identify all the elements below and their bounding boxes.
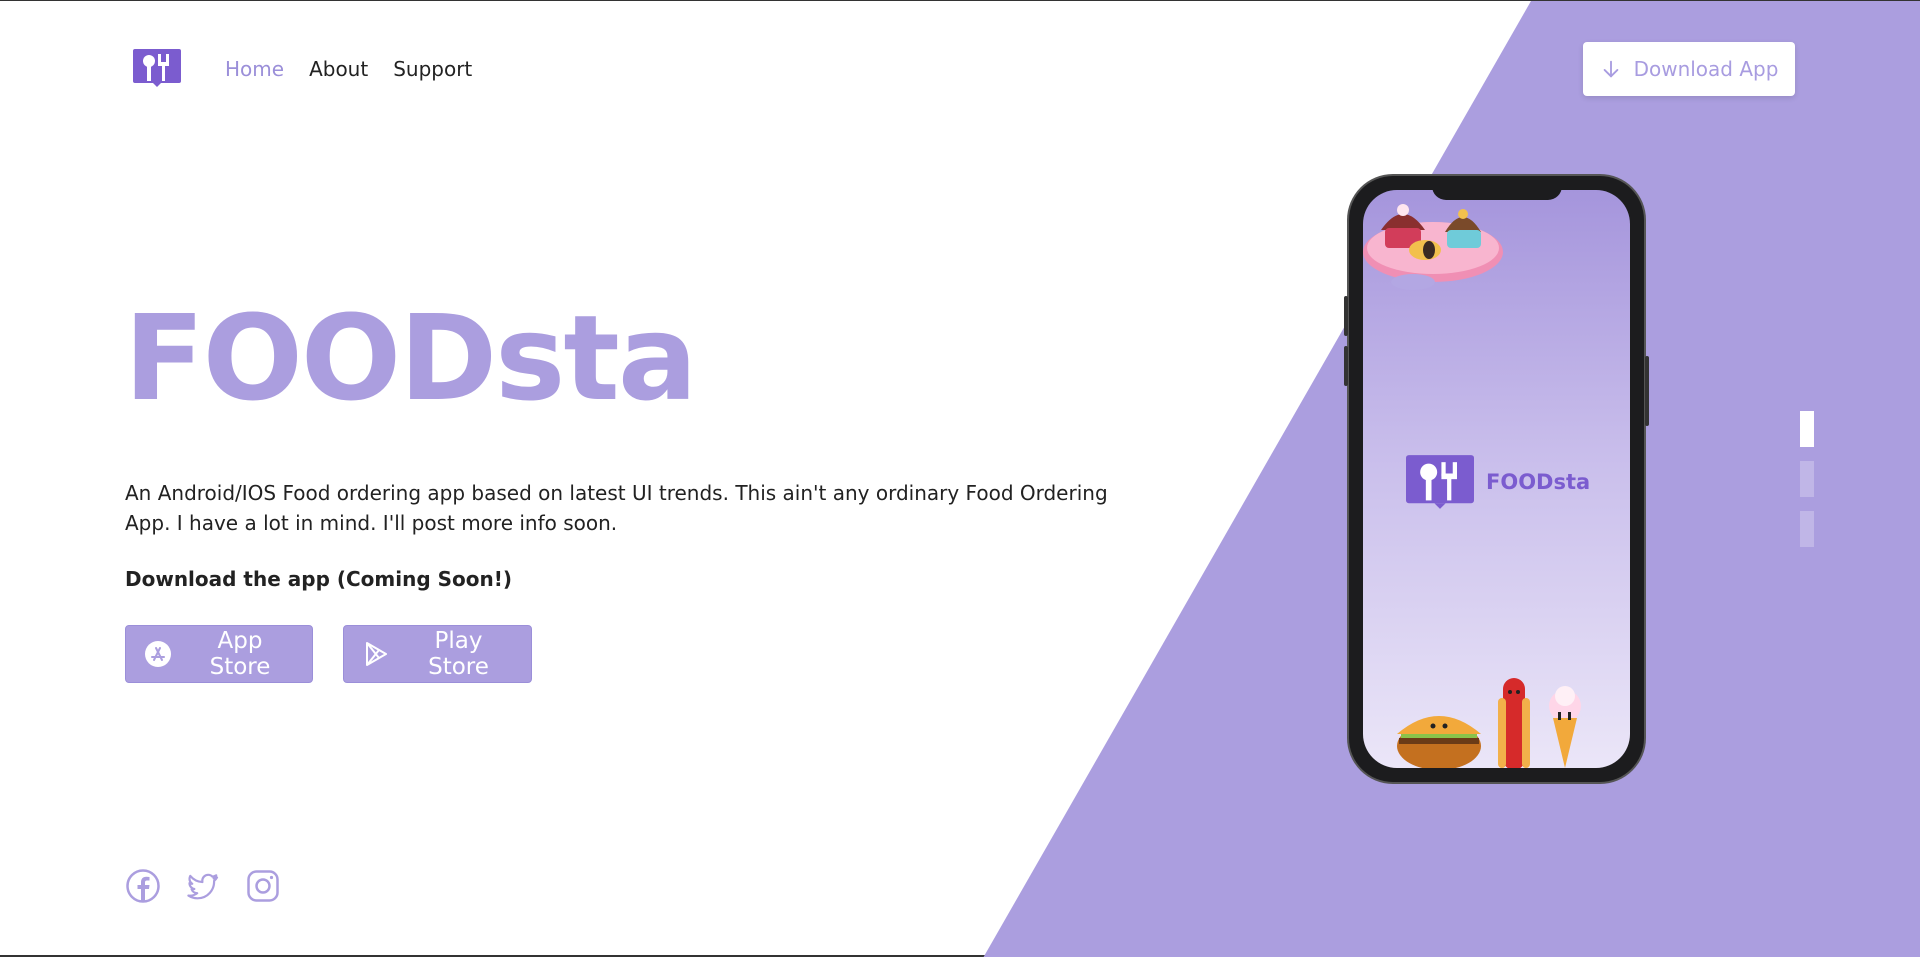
arrow-down-icon [1603, 60, 1618, 78]
hero-title: FOODsta [124, 289, 697, 427]
app-store-label: App Store [209, 628, 271, 680]
phone-volume-button [1344, 296, 1348, 336]
phone-power-button [1645, 356, 1649, 426]
phone-volume-button [1344, 346, 1348, 386]
play-store-button[interactable]: Play Store [343, 625, 532, 683]
play-store-icon [366, 642, 387, 666]
slider-indicators [1800, 411, 1814, 547]
phone-screen: FOODsta [1363, 190, 1630, 768]
slider-dot-2[interactable] [1800, 461, 1814, 497]
download-app-button[interactable]: Download App [1583, 42, 1795, 96]
instagram-icon[interactable] [246, 869, 280, 903]
twitter-icon[interactable] [186, 869, 220, 903]
nav-about[interactable]: About [309, 57, 368, 81]
dessert-plate-illustration [1363, 204, 1503, 290]
social-links [126, 869, 280, 903]
slider-dot-1[interactable] [1800, 411, 1814, 447]
app-store-icon [145, 641, 171, 667]
slider-dot-3[interactable] [1800, 511, 1814, 547]
food-characters-illustration [1397, 678, 1581, 768]
main-nav: Home About Support [225, 57, 472, 81]
app-store-button[interactable]: App Store [125, 625, 313, 683]
hero-description: An Android/IOS Food ordering app based o… [125, 481, 1108, 535]
phone-brand: FOODsta [1406, 455, 1590, 509]
foodsta-logo-icon [1406, 455, 1474, 509]
phone-brand-name: FOODsta [1486, 470, 1591, 494]
download-coming-soon-label: Download the app (Coming Soon!) [125, 567, 513, 591]
foodsta-logo[interactable] [133, 49, 181, 87]
play-store-label: Play Store [428, 628, 489, 680]
nav-home[interactable]: Home [225, 57, 284, 81]
nav-support[interactable]: Support [393, 57, 472, 81]
phone-mockup: FOODsta [1344, 176, 1649, 782]
facebook-icon[interactable] [126, 869, 160, 903]
download-app-label: Download App [1633, 57, 1779, 81]
phone-notch [1431, 176, 1562, 200]
